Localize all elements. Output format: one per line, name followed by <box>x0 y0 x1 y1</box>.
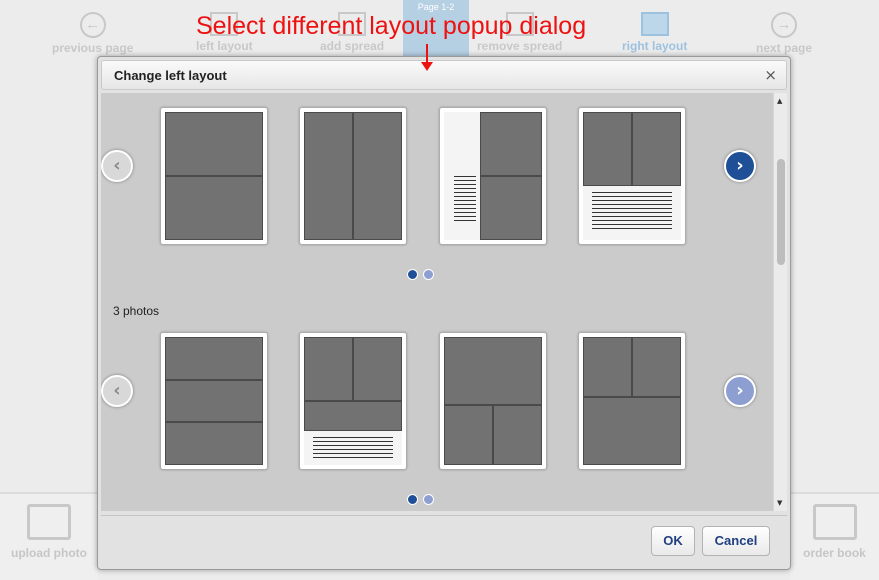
layout-option[interactable] <box>578 107 686 245</box>
book-icon <box>812 504 857 540</box>
scroll-up-icon[interactable]: ▲ <box>777 97 782 105</box>
carousel-prev-button[interactable]: ‹ <box>101 150 133 182</box>
order-book-button[interactable]: order book <box>790 492 879 580</box>
layout-option[interactable] <box>299 332 407 470</box>
right-layout-button[interactable]: right layout <box>622 12 687 53</box>
dialog-header: Change left layout × <box>101 60 787 90</box>
annotation-arrow-icon <box>421 44 433 71</box>
carousel-prev-button[interactable]: ‹ <box>101 375 133 407</box>
layout-option[interactable] <box>439 107 547 245</box>
left-layout-label: left layout <box>196 39 253 53</box>
photo-slot <box>493 405 542 465</box>
photo-slot <box>165 112 263 176</box>
carousel-next-button[interactable]: › <box>724 150 756 182</box>
photo-slot <box>165 422 263 465</box>
carousel-dot-active[interactable] <box>407 494 418 505</box>
carousel-dot[interactable] <box>423 269 434 280</box>
text-block <box>454 176 476 224</box>
scrollbar[interactable]: ▲ ▼ <box>773 93 787 511</box>
change-layout-dialog: Change left layout × " ‹ <box>97 56 791 570</box>
photo-slot <box>165 380 263 422</box>
layout-icon <box>640 12 669 36</box>
photo-slot <box>353 337 402 401</box>
photo-slot <box>480 176 542 240</box>
carousel-dot-active[interactable] <box>407 269 418 280</box>
section-label-3-photos: 3 photos <box>113 304 160 318</box>
chevron-left-icon: ‹ <box>113 155 121 176</box>
section-label-clipped: " <box>116 93 120 99</box>
chevron-right-icon: › <box>736 380 744 401</box>
arrow-right-icon: → <box>771 12 797 38</box>
scroll-thumb[interactable] <box>777 159 785 265</box>
add-spread-label: add spread <box>320 39 385 53</box>
photo-slot <box>583 112 632 186</box>
next-page-label: next page <box>756 41 813 55</box>
layout-option[interactable] <box>160 332 268 470</box>
close-icon[interactable]: × <box>764 66 777 84</box>
next-page-button[interactable]: → next page <box>756 12 812 55</box>
order-book-label: order book <box>803 546 866 560</box>
photo-slot <box>583 397 681 465</box>
layout-option[interactable] <box>439 332 547 470</box>
layout-option[interactable] <box>299 107 407 245</box>
photo-slot <box>583 337 632 397</box>
cancel-button[interactable]: Cancel <box>702 526 770 556</box>
chevron-left-icon: ‹ <box>113 380 121 401</box>
dialog-footer: OK Cancel <box>101 515 787 565</box>
arrow-left-icon: ← <box>79 12 106 38</box>
photo-slot <box>304 337 353 401</box>
carousel-dot[interactable] <box>423 494 434 505</box>
upload-photo-icon <box>27 504 71 540</box>
photo-slot <box>304 112 353 240</box>
remove-spread-label: remove spread <box>477 39 563 53</box>
scroll-down-icon[interactable]: ▼ <box>777 499 782 507</box>
previous-page-button[interactable]: ← previous page <box>52 12 133 55</box>
annotation-text: Select different layout popup dialog <box>196 12 587 40</box>
photo-slot <box>353 112 402 240</box>
photo-slot <box>304 401 402 431</box>
dialog-title: Change left layout <box>114 68 227 83</box>
text-block <box>592 192 672 232</box>
photo-slot <box>480 112 542 176</box>
photo-slot <box>632 337 681 397</box>
layout-option[interactable] <box>578 332 686 470</box>
upload-photo-label: upload photo <box>11 546 87 560</box>
photo-slot <box>165 176 263 240</box>
layout-option[interactable] <box>160 107 268 245</box>
text-block <box>313 437 393 461</box>
photo-slot <box>165 337 263 380</box>
previous-page-label: previous page <box>52 41 134 55</box>
right-layout-label: right layout <box>622 39 688 53</box>
carousel-next-button[interactable]: › <box>724 375 756 407</box>
ok-button[interactable]: OK <box>651 526 695 556</box>
layout-list: " ‹ <box>101 93 787 511</box>
chevron-right-icon: › <box>736 155 744 176</box>
photo-slot <box>632 112 681 186</box>
photo-slot <box>444 405 493 465</box>
photo-slot <box>444 337 542 405</box>
upload-photo-button[interactable]: upload photo <box>0 492 98 580</box>
